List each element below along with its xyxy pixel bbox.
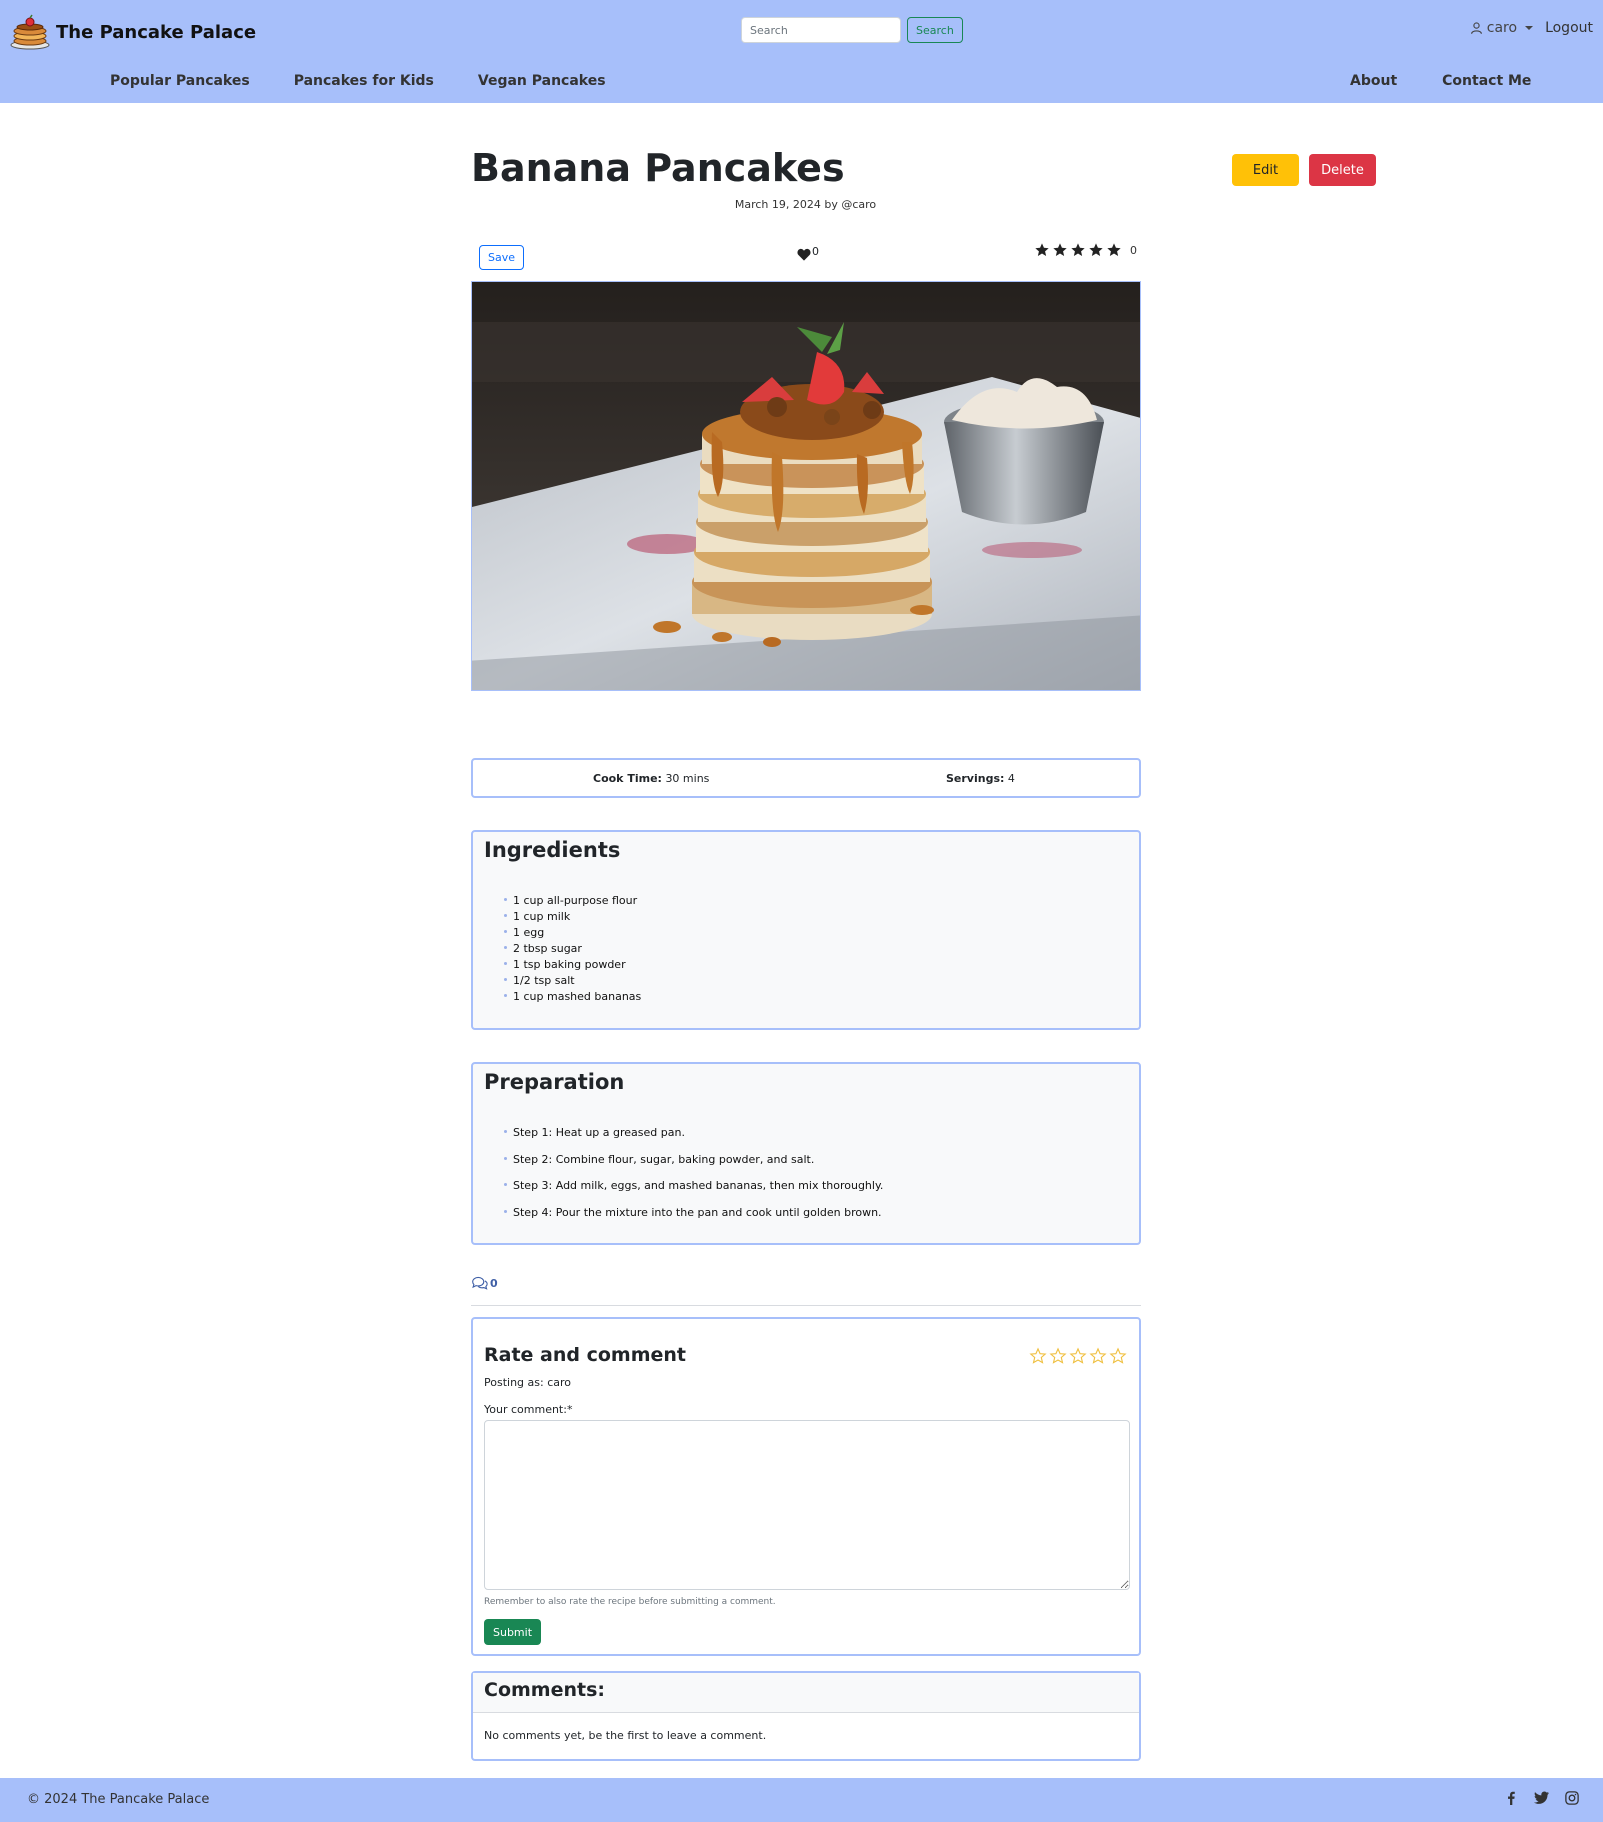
star-outline-icon[interactable]: [1089, 1347, 1107, 1365]
posting-as: Posting as: caro: [484, 1376, 571, 1389]
like-toggle[interactable]: 0: [797, 245, 819, 261]
star-icon: [1053, 243, 1067, 256]
star-icon: [1107, 243, 1121, 256]
nav-popular-pancakes[interactable]: Popular Pancakes: [110, 73, 250, 89]
comment-count-value: 0: [490, 1276, 498, 1290]
comment-textarea[interactable]: [484, 1420, 1130, 1590]
star-outline-icon[interactable]: [1049, 1347, 1067, 1365]
heart-icon: [797, 248, 811, 261]
user-name: caro: [1486, 20, 1518, 36]
edit-button[interactable]: Edit: [1232, 154, 1299, 186]
submit-button[interactable]: Submit: [484, 1619, 542, 1645]
nav-about[interactable]: About: [1350, 73, 1397, 89]
pancake-logo-icon: [10, 14, 50, 50]
cook-time-value: 30 mins: [665, 772, 710, 785]
star-outline-icon[interactable]: [1109, 1347, 1127, 1365]
brand-name: The Pancake Palace: [56, 21, 257, 43]
ingredient-item: 1 tsp baking powder: [504, 957, 641, 973]
save-button[interactable]: Save: [479, 245, 525, 270]
divider: [471, 1305, 1141, 1306]
twitter-icon[interactable]: [1534, 1791, 1549, 1805]
no-comments-message: No comments yet, be the first to leave a…: [484, 1729, 767, 1742]
nav-vegan-pancakes[interactable]: Vegan Pancakes: [478, 73, 606, 89]
social-links: [1504, 1791, 1579, 1805]
secondary-nav: About Contact Me: [1350, 73, 1531, 89]
ingredient-item: 1 cup mashed bananas: [504, 989, 641, 1005]
average-rating: 0: [1034, 242, 1137, 258]
preparation-step: Step 2: Combine flour, sugar, baking pow…: [504, 1152, 883, 1168]
servings-value: 4: [1007, 772, 1015, 785]
servings: Servings: 4: [946, 772, 1015, 785]
comment-count: 0: [471, 1276, 498, 1290]
like-count: 0: [812, 245, 819, 258]
preparation-step: Step 4: Pour the mixture into the pan an…: [504, 1205, 883, 1221]
ingredient-item: 2 tbsp sugar: [504, 941, 641, 957]
search-input[interactable]: [741, 17, 901, 43]
navbar: The Pancake Palace Search caro Logout Po…: [0, 0, 1603, 103]
footer: © 2024 The Pancake Palace: [0, 1778, 1603, 1822]
servings-label: Servings:: [946, 772, 1005, 785]
recipe-byline: March 19, 2024 by @caro: [734, 198, 877, 211]
preparation-title: Preparation: [484, 1070, 625, 1094]
comments-title: Comments:: [484, 1679, 605, 1701]
search-form: Search: [741, 17, 963, 43]
star-icon: [1089, 243, 1103, 256]
cook-time: Cook Time: 30 mins: [593, 772, 709, 785]
recipe-image: [471, 281, 1141, 691]
instagram-icon[interactable]: [1565, 1791, 1579, 1805]
user-icon: [1470, 22, 1482, 34]
preparation-card: Preparation Step 1: Heat up a greased pa…: [471, 1062, 1141, 1245]
comments-card: Comments: No comments yet, be the first …: [471, 1671, 1141, 1761]
star-outline-icon[interactable]: [1069, 1347, 1087, 1365]
rating-input: [1029, 1347, 1127, 1365]
brand-link[interactable]: The Pancake Palace: [10, 14, 256, 50]
facebook-icon[interactable]: [1504, 1791, 1518, 1805]
comment-label: Your comment:*: [484, 1403, 573, 1416]
preparation-step: Step 3: Add milk, eggs, and mashed banan…: [504, 1178, 883, 1194]
recipe-title: Banana Pancakes: [471, 146, 845, 190]
nav-pancakes-for-kids[interactable]: Pancakes for Kids: [294, 73, 434, 89]
comments-header: Comments:: [473, 1673, 1139, 1713]
preparation-step: Step 1: Heat up a greased pan.: [504, 1125, 883, 1141]
user-menu-toggle[interactable]: caro: [1470, 20, 1534, 36]
main-nav: Popular Pancakes Pancakes for Kids Vegan…: [110, 73, 606, 89]
ingredients-card: Ingredients 1 cup all-purpose flour 1 cu…: [471, 830, 1141, 1030]
chevron-down-icon: [1525, 26, 1534, 30]
search-button[interactable]: Search: [907, 17, 963, 43]
ingredient-item: 1 egg: [504, 925, 641, 941]
rate-and-comment-form: Rate and comment Posting as: caro Your c…: [471, 1317, 1141, 1656]
star-outline-icon[interactable]: [1029, 1347, 1047, 1365]
rating-count: 0: [1130, 243, 1137, 257]
comment-icon: [472, 1276, 488, 1290]
preparation-list: Step 1: Heat up a greased pan. Step 2: C…: [504, 1125, 883, 1232]
star-icon: [1071, 243, 1085, 256]
recipe-info-card: Cook Time: 30 mins Servings: 4: [471, 758, 1141, 798]
ingredient-item: 1 cup milk: [504, 909, 641, 925]
cook-time-label: Cook Time:: [593, 772, 662, 785]
rate-form-title: Rate and comment: [484, 1344, 687, 1366]
delete-button[interactable]: Delete: [1309, 154, 1376, 186]
nav-contact-me[interactable]: Contact Me: [1442, 73, 1531, 89]
star-icon: [1035, 243, 1049, 256]
comment-help-text: Remember to also rate the recipe before …: [484, 1597, 776, 1607]
ingredient-item: 1 cup all-purpose flour: [504, 893, 641, 909]
ingredients-list: 1 cup all-purpose flour 1 cup milk 1 egg…: [504, 893, 641, 1005]
user-area: caro Logout: [1470, 20, 1593, 36]
ingredients-title: Ingredients: [484, 838, 621, 862]
logout-link[interactable]: Logout: [1545, 20, 1593, 36]
ingredient-item: 1/2 tsp salt: [504, 973, 641, 989]
copyright: © 2024 The Pancake Palace: [27, 1792, 210, 1807]
